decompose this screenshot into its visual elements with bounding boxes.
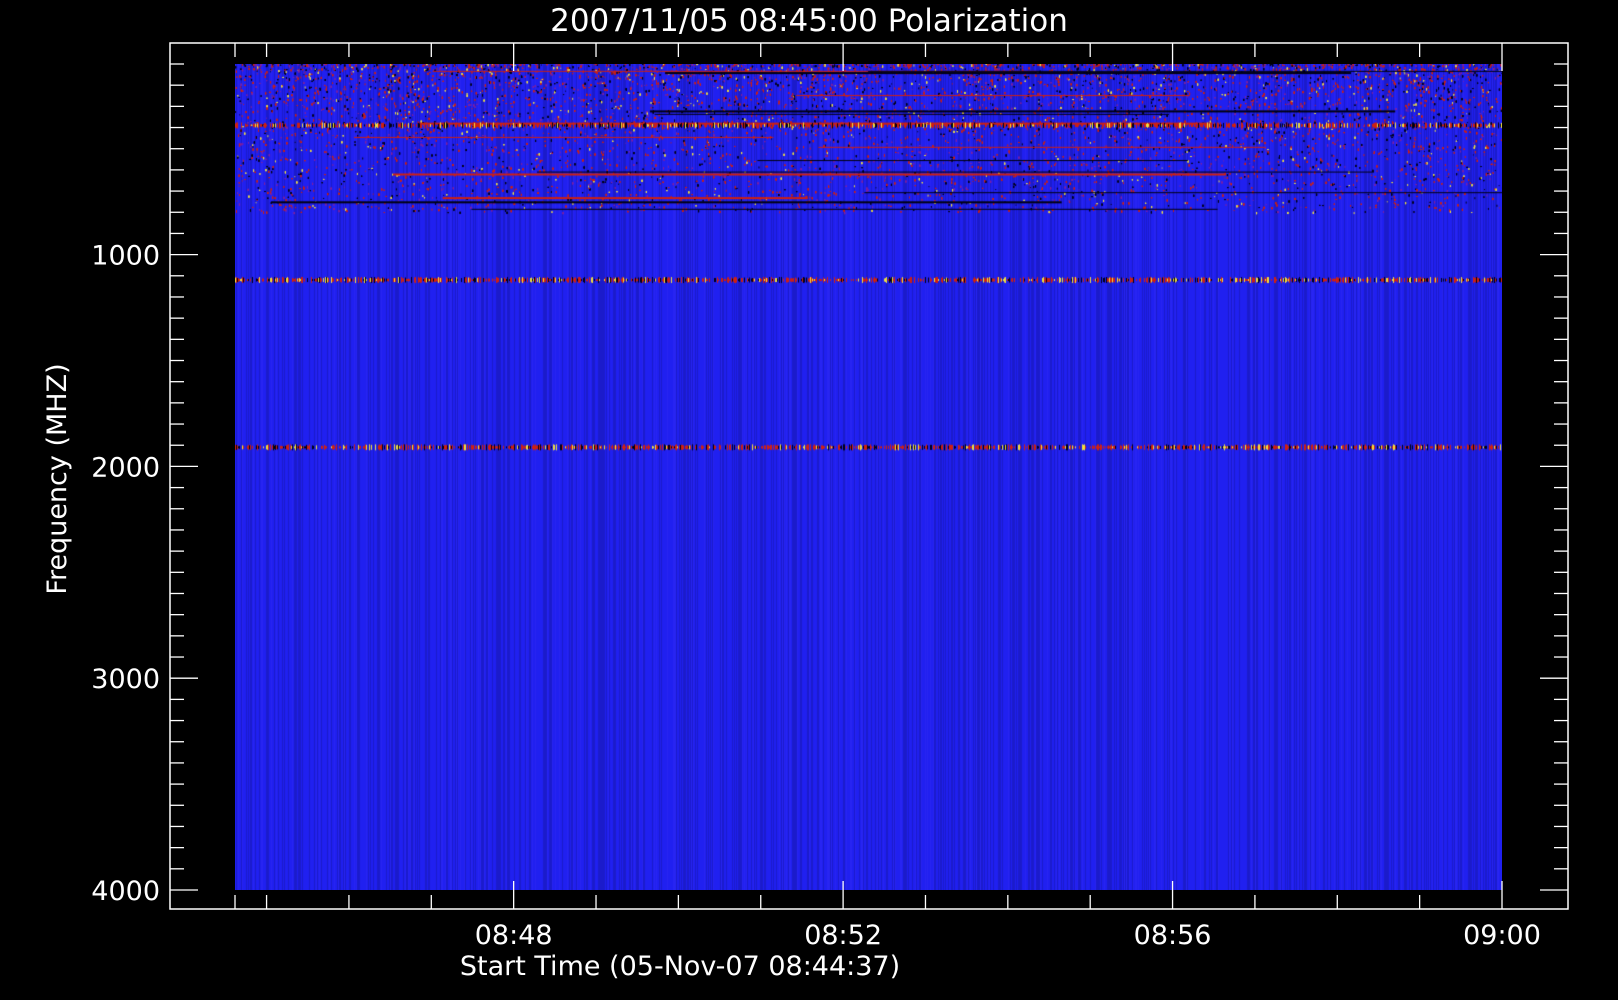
x-axis-label: Start Time (05-Nov-07 08:44:37) bbox=[460, 951, 900, 982]
y-tick-label: 3000 bbox=[91, 664, 160, 695]
chart-title: 2007/11/05 08:45:00 Polarization bbox=[550, 3, 1068, 39]
y-axis-label: Frequency (MHZ) bbox=[42, 363, 73, 594]
x-tick-label: 08:52 bbox=[804, 920, 882, 951]
y-tick-label: 2000 bbox=[91, 452, 160, 483]
x-tick-label: 08:48 bbox=[475, 920, 553, 951]
x-tick-label: 09:00 bbox=[1463, 920, 1541, 951]
polarization-chart: 1000 2000 3000 4000 08:48 08:52 08:56 09:00 200… bbox=[0, 0, 1618, 1000]
y-tick-label: 4000 bbox=[91, 876, 160, 907]
spectrogram-heatmap bbox=[235, 64, 1502, 890]
x-tick-label: 08:56 bbox=[1134, 920, 1212, 951]
heatmap-image bbox=[235, 64, 1502, 890]
y-tick-label: 1000 bbox=[91, 241, 160, 272]
